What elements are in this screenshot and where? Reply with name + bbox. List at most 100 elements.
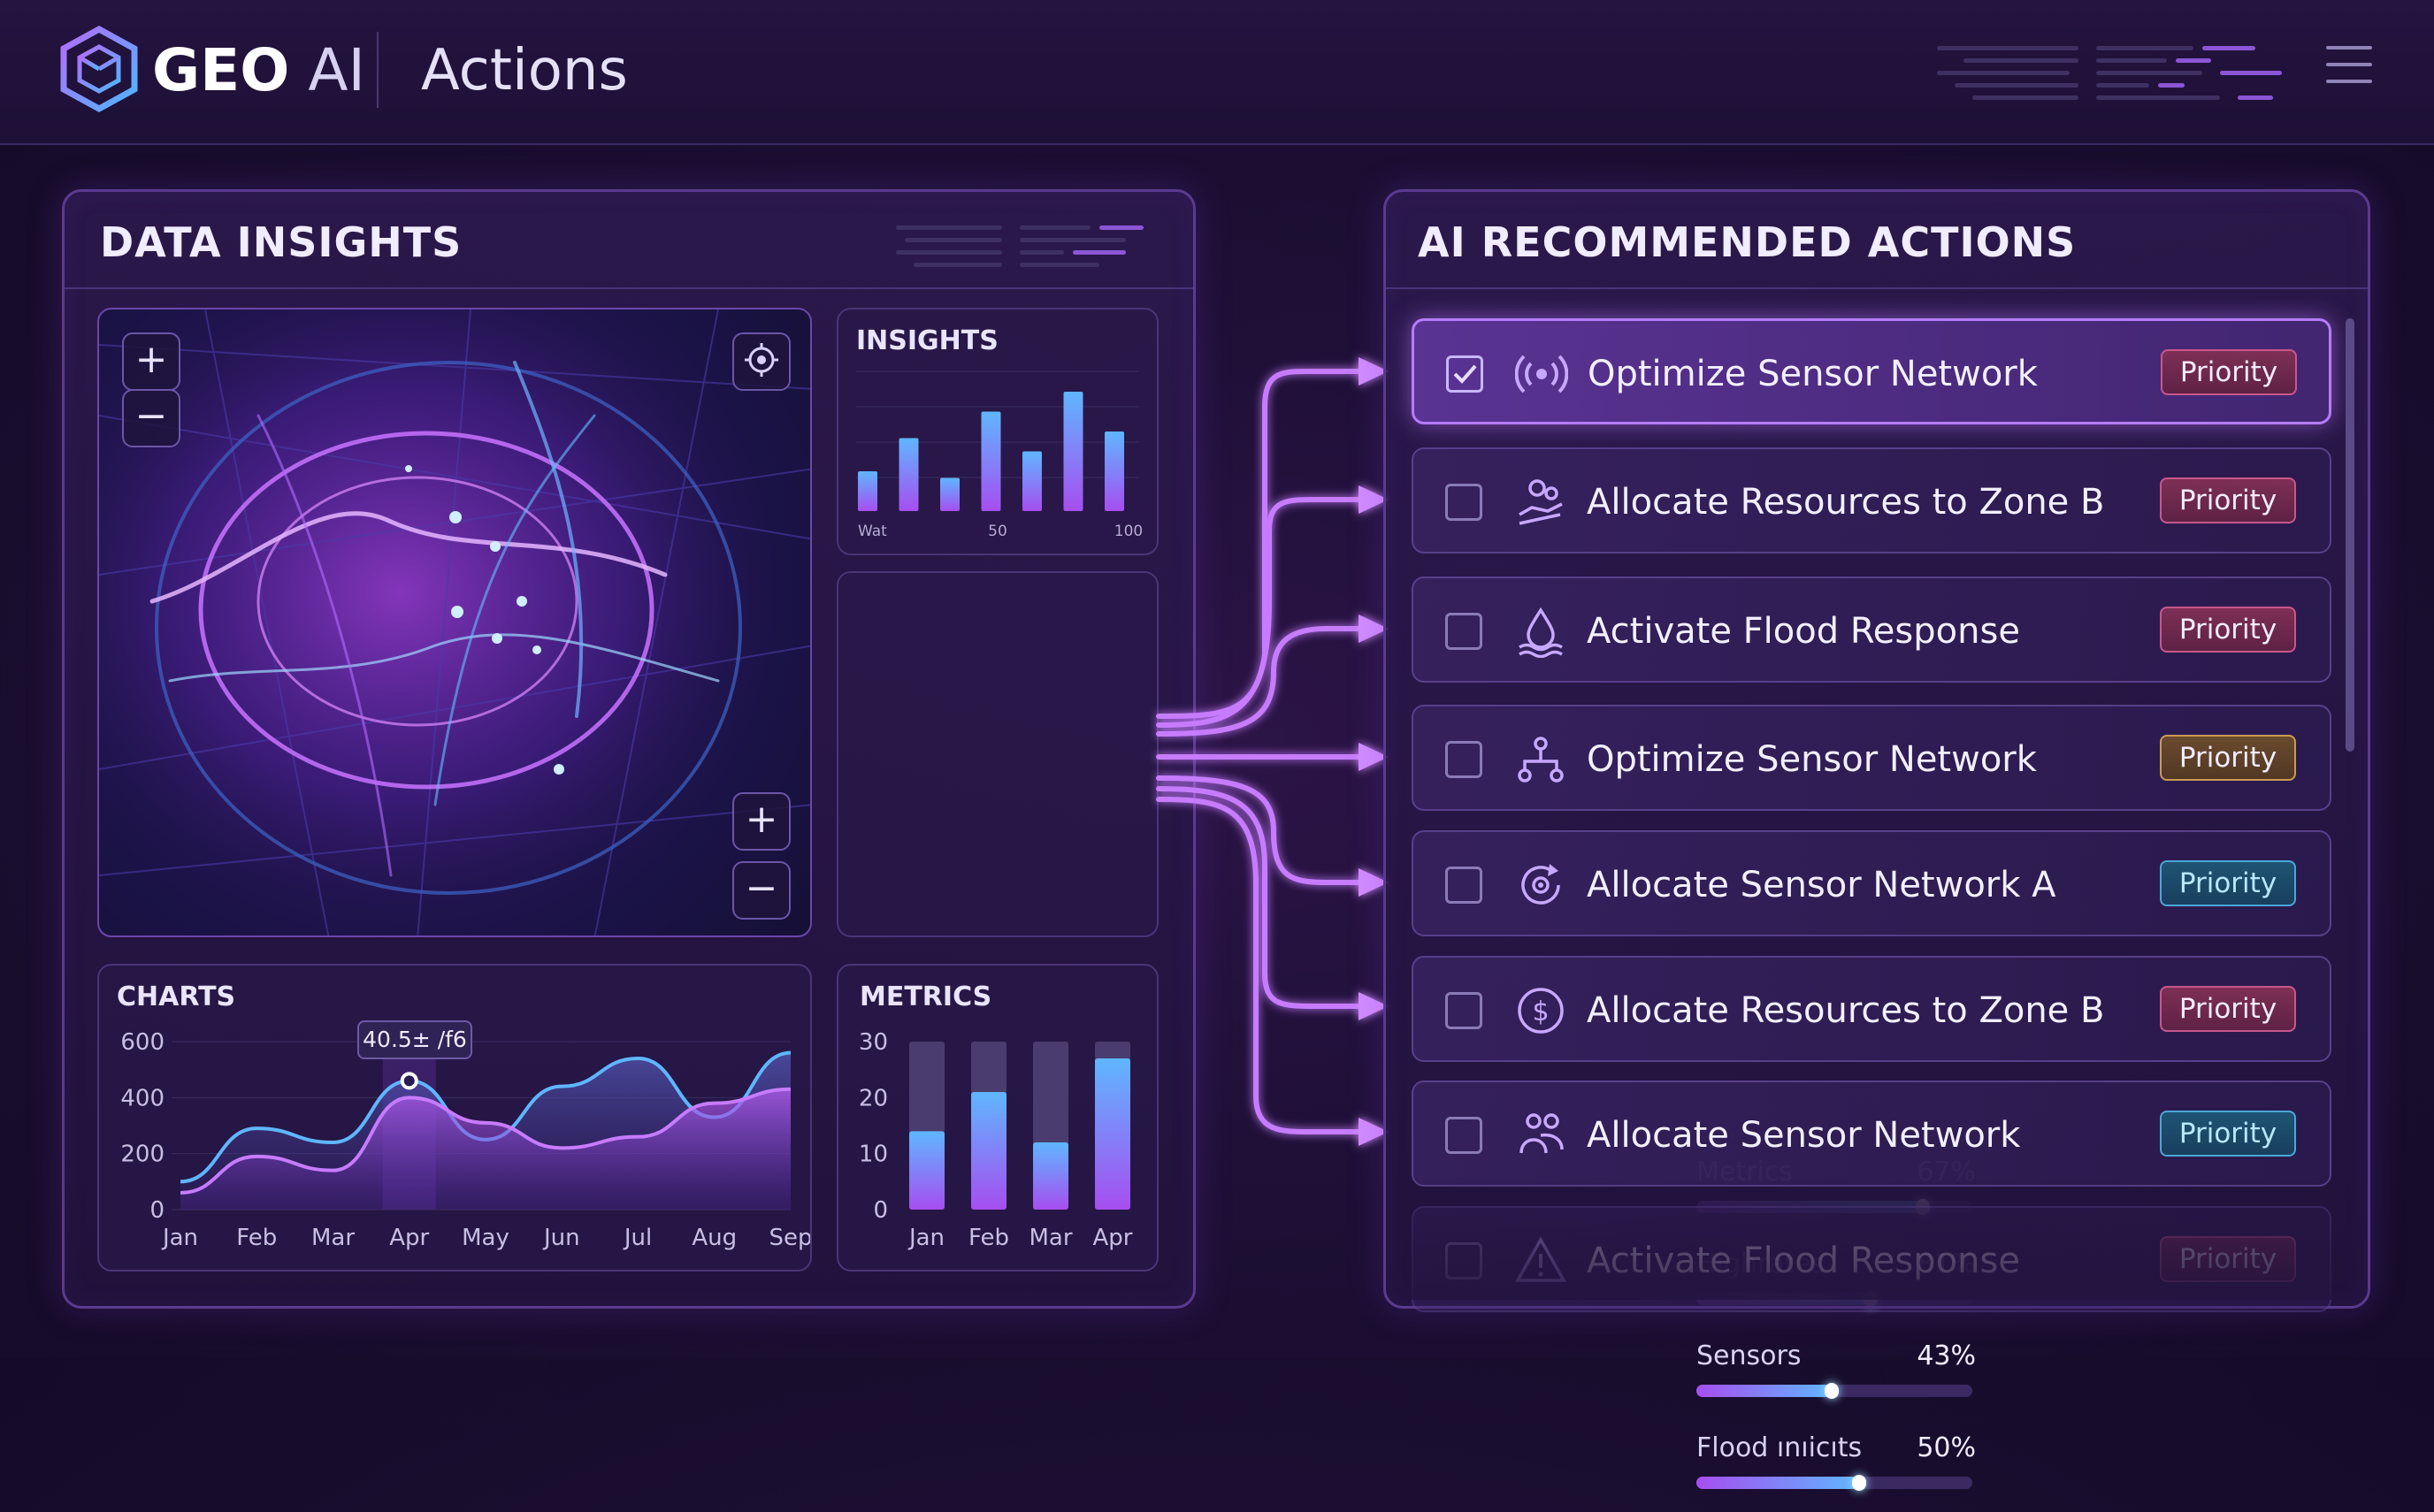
- insights-tick-label: 50: [988, 523, 1007, 540]
- action-item[interactable]: Allocate Sensor Network Priority: [1412, 1081, 2331, 1187]
- y-tick-label: 200: [120, 1142, 165, 1168]
- charts-card: CHARTS 600 400 200 0 Jan Feb Mar Apr May Jun Jul Au…: [97, 964, 812, 1271]
- priority-badge[interactable]: Priority: [2160, 1236, 2296, 1282]
- x-tick-label: Jan: [161, 1225, 198, 1251]
- insights-bar: [1105, 431, 1124, 511]
- action-checkbox[interactable]: [1445, 1242, 1482, 1279]
- metric-progress-track: [1696, 1383, 1972, 1399]
- x-tick-label: Apr: [1093, 1225, 1133, 1251]
- metrics-bar: [1095, 1058, 1130, 1210]
- action-checkbox[interactable]: [1446, 355, 1483, 393]
- metrics-bar: [909, 1131, 945, 1210]
- x-tick-label: Jan: [907, 1225, 945, 1251]
- action-label: Activate Flood Response: [1587, 611, 2020, 652]
- y-tick-label: 10: [859, 1142, 888, 1168]
- action-checkbox[interactable]: [1445, 741, 1482, 778]
- insights-card: INSIGHTS Wat 50 100: [837, 308, 1159, 555]
- metric-row: Flood ınıicıts 50%: [1696, 1432, 1976, 1512]
- actions-scrollbar[interactable]: [2346, 318, 2354, 752]
- decorative-code-lines: [1937, 42, 2308, 104]
- insights-bar: [858, 471, 877, 511]
- chart-tooltip: 40.5± /f6: [357, 1020, 472, 1059]
- checkmark-icon: [1453, 364, 1477, 384]
- priority-badge[interactable]: Priority: [2161, 349, 2297, 395]
- network-tree-icon: [1518, 737, 1564, 783]
- metric-progress-track: [1696, 1475, 1972, 1491]
- action-item[interactable]: Optimize Sensor Network Priority: [1412, 705, 2331, 811]
- app-header: GEO AI Actions: [0, 0, 2434, 145]
- action-checkbox[interactable]: [1445, 867, 1482, 904]
- people-hand-icon: [1519, 479, 1563, 525]
- metrics-bar: [1033, 1142, 1068, 1210]
- action-checkbox[interactable]: [1445, 992, 1482, 1029]
- priority-badge[interactable]: Priority: [2160, 986, 2296, 1032]
- y-tick-label: 0: [149, 1197, 165, 1224]
- gear-refresh-icon: [1521, 864, 1560, 905]
- map-locate-button[interactable]: [732, 332, 791, 391]
- metrics-bar-chart: 30 20 10 0 Jan Feb Mar Apr: [859, 1029, 1133, 1251]
- action-label: Activate Flood Response: [1587, 1241, 2020, 1281]
- action-label: Optimize Sensor Network: [1587, 739, 2037, 780]
- connector-arrows: [1156, 357, 1389, 1146]
- brand-name: GEO AI: [152, 36, 365, 104]
- progress-knob: [1824, 1383, 1839, 1399]
- hamburger-menu-icon[interactable]: [2326, 44, 2372, 85]
- priority-badge[interactable]: Priority: [2160, 477, 2296, 523]
- insights-bar: [1063, 392, 1083, 511]
- insights-bar: [899, 438, 919, 511]
- x-tick-label: May: [462, 1225, 509, 1251]
- metrics-progress-card: Metrics67%Highrates81%Sensors43%Flood ın…: [837, 571, 1976, 1491]
- y-tick-label: 600: [120, 1029, 165, 1056]
- map-zoom-in-button[interactable]: +: [122, 332, 180, 391]
- action-item[interactable]: Activate Flood Response Priority: [1412, 1206, 2331, 1312]
- metric-value: 50%: [1917, 1432, 1976, 1463]
- action-item[interactable]: Activate Flood Response Priority: [1412, 577, 2331, 683]
- x-tick-label: Mar: [1029, 1225, 1072, 1251]
- map-zoom-out-button[interactable]: −: [122, 389, 180, 447]
- action-item[interactable]: $ Allocate Resources to Zone B Priority: [1412, 956, 2331, 1062]
- metric-progress-fill: [1696, 1383, 1839, 1399]
- map-zoom-out-button-secondary[interactable]: −: [732, 861, 791, 920]
- x-tick-label: Mar: [311, 1225, 355, 1251]
- action-label: Allocate Resources to Zone B: [1587, 482, 2105, 523]
- action-item[interactable]: Allocate Sensor Network A Priority: [1412, 830, 2331, 936]
- metric-label: Sensors: [1696, 1340, 1802, 1371]
- priority-badge[interactable]: Priority: [2160, 860, 2296, 906]
- priority-badge[interactable]: Priority: [2160, 1111, 2296, 1157]
- data-insights-header: DATA INSIGHTS: [65, 192, 1193, 289]
- city-map[interactable]: + − + −: [97, 308, 812, 937]
- data-insights-title: DATA INSIGHTS: [100, 218, 463, 266]
- metric-value: 43%: [1917, 1340, 1976, 1371]
- chart-hover-point[interactable]: [400, 1072, 418, 1090]
- header-divider: [377, 32, 379, 108]
- action-item[interactable]: Allocate Resources to Zone B Priority: [1412, 447, 2331, 554]
- x-tick-label: Jul: [623, 1225, 652, 1251]
- action-checkbox[interactable]: [1445, 484, 1482, 521]
- x-tick-label: Apr: [389, 1225, 429, 1251]
- map-zoom-in-button-secondary[interactable]: +: [732, 792, 791, 851]
- action-checkbox[interactable]: [1445, 613, 1482, 650]
- action-label: Allocate Sensor Network A: [1587, 865, 2056, 905]
- action-label: Optimize Sensor Network: [1588, 354, 2038, 394]
- metric-row: Sensors 43%: [1696, 1340, 1976, 1420]
- x-tick-label: Feb: [236, 1225, 277, 1251]
- insights-tick-label: Wat: [858, 523, 887, 540]
- priority-badge[interactable]: Priority: [2160, 735, 2296, 781]
- y-tick-label: 20: [859, 1085, 888, 1111]
- action-checkbox[interactable]: [1445, 1117, 1482, 1154]
- insights-bar: [1022, 451, 1042, 511]
- y-tick-label: 400: [120, 1085, 165, 1111]
- x-tick-label: Sep: [769, 1225, 810, 1251]
- metrics-chart-card: METRICS 30 20 10 0 Jan Feb Mar Apr: [837, 964, 1159, 1271]
- priority-badge[interactable]: Priority: [2160, 607, 2296, 653]
- action-label: Allocate Sensor Network: [1587, 1115, 2021, 1156]
- signal-broadcast-icon: [1515, 355, 1568, 393]
- insights-card-label: INSIGHTS: [856, 325, 999, 356]
- dollar-coin-icon: $: [1518, 988, 1564, 1034]
- metrics-bar: [971, 1092, 1007, 1210]
- y-tick-label: 30: [859, 1029, 888, 1056]
- x-tick-label: Feb: [968, 1225, 1009, 1251]
- action-item[interactable]: Optimize Sensor Network Priority: [1412, 318, 2331, 424]
- map-streets-graphic: [99, 309, 810, 935]
- action-label: Allocate Resources to Zone B: [1587, 990, 2105, 1031]
